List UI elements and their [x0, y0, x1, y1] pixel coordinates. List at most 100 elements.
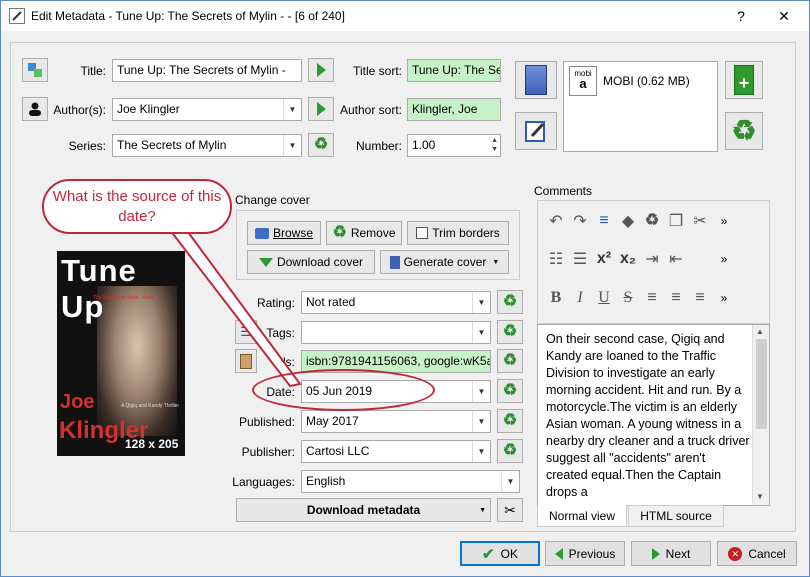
cancel-label: Cancel [748, 546, 786, 561]
title-to-sort-button[interactable] [308, 58, 334, 82]
align-left-icon[interactable]: ≡ [640, 289, 664, 307]
formats-list[interactable]: mobi a MOBI (0.62 MB) [563, 61, 718, 152]
superscript-icon[interactable]: x² [592, 250, 616, 268]
bullet-list-icon[interactable]: ☰ [568, 249, 592, 269]
strikethrough-icon[interactable]: S [616, 289, 640, 307]
format-item[interactable]: mobi a MOBI (0.62 MB) [569, 66, 690, 96]
series-combo[interactable]: The Secrets of Mylin ▼ [112, 134, 302, 157]
chevron-down-icon[interactable]: ▼ [472, 441, 490, 462]
remove-cover-button[interactable]: ♻ Remove [326, 221, 402, 245]
trim-borders-button[interactable]: Trim borders [407, 221, 509, 245]
spin-arrows-icon[interactable]: ▲ ▼ [491, 136, 498, 154]
recycle-icon: ♻ [502, 442, 518, 459]
close-button[interactable]: ✕ [764, 2, 804, 31]
published-combo[interactable]: May 2017 ▼ [301, 410, 491, 433]
languages-combo[interactable]: English ▼ [301, 470, 520, 493]
outdent-icon[interactable]: ⇤ [664, 249, 688, 269]
comments-scrollbar[interactable]: ▲ ▼ [752, 325, 769, 505]
tab-html-source[interactable]: HTML source [628, 505, 724, 527]
tools-icon: ✂ [504, 501, 516, 518]
swap-title-author-button[interactable] [22, 58, 48, 82]
underline-icon[interactable]: U [592, 289, 616, 307]
eraser-icon[interactable]: ◆ [616, 211, 640, 231]
chevron-down-icon[interactable]: ▼ [283, 135, 301, 156]
help-button[interactable]: ? [721, 2, 761, 31]
remove-format-button[interactable]: ♻ [725, 112, 763, 150]
cover-title: Tune Up [61, 253, 137, 324]
edit-metadata-from-format-button[interactable] [515, 112, 557, 150]
rating-combo[interactable]: Not rated ▼ [301, 291, 491, 314]
cover-image[interactable]: Tune Up The Secrets of Mylin - Book 1 Jo… [57, 251, 185, 456]
more-icon[interactable]: » [712, 291, 736, 305]
trim-icon [416, 227, 429, 239]
redo-icon[interactable]: ↷ [568, 211, 592, 231]
generate-cover-button[interactable]: Generate cover ▼ [380, 250, 509, 274]
download-cover-button[interactable]: Download cover [247, 250, 375, 274]
publisher-combo[interactable]: Cartosi LLC ▼ [301, 440, 491, 463]
numbered-list-icon[interactable]: ☷ [544, 249, 568, 269]
clear-ids-button[interactable]: ♻ [497, 349, 523, 373]
number-spinbox[interactable]: 1.00 ▲ ▼ [407, 134, 501, 157]
more-icon[interactable]: » [712, 214, 736, 228]
recycle-icon[interactable]: ♻ [640, 213, 664, 229]
toolbar-row-3: B I U S ≡ ≡ ≡ » [544, 289, 768, 307]
cover-author-first: Joe [60, 391, 95, 413]
clear-date-button[interactable]: ♻ [497, 379, 523, 403]
toolbar-row-1: ↶ ↷ ≡ ◆ ♻ ❐ ✂ » [544, 211, 768, 231]
scroll-thumb[interactable] [756, 339, 767, 429]
subscript-icon[interactable]: x₂ [616, 250, 640, 268]
undo-icon[interactable]: ↶ [544, 211, 568, 231]
title-input[interactable]: Tune Up: The Secrets of Mylin - [112, 59, 302, 82]
author-sort-input[interactable]: Klingler, Joe [407, 98, 501, 121]
align-icon[interactable]: ≡ [592, 212, 616, 230]
scroll-down-icon[interactable]: ▼ [756, 492, 764, 501]
chevron-down-icon[interactable]: ▼ [472, 322, 490, 343]
cut-icon[interactable]: ✂ [688, 211, 712, 231]
indent-icon[interactable]: ⇥ [640, 249, 664, 269]
clear-tags-button[interactable]: ♻ [497, 320, 523, 344]
tab-normal-view[interactable]: Normal view [537, 505, 627, 527]
chevron-down-icon[interactable]: ▼ [472, 292, 490, 313]
chevron-down-icon[interactable]: ▼ [472, 411, 490, 432]
scroll-up-icon[interactable]: ▲ [756, 327, 764, 336]
manage-authors-button[interactable] [22, 97, 48, 121]
chevron-down-icon[interactable]: ▼ [492, 259, 499, 266]
tags-combo[interactable]: ▼ [301, 321, 491, 344]
more-icon[interactable]: » [712, 252, 736, 266]
manage-tags-button[interactable]: ☰ [235, 320, 257, 344]
ok-button[interactable]: ✔ OK [460, 541, 540, 566]
bold-icon[interactable]: B [544, 289, 568, 307]
comments-editor[interactable]: On their second case, Qigiq and Kandy ar… [537, 324, 770, 506]
trim-label: Trim borders [432, 226, 500, 240]
chevron-down-icon[interactable]: ▼ [472, 381, 490, 402]
book-icon [389, 255, 400, 269]
copy-icon[interactable]: ❐ [664, 211, 688, 231]
clear-published-button[interactable]: ♻ [497, 409, 523, 433]
previous-button[interactable]: Previous [545, 541, 625, 566]
chevron-down-icon[interactable]: ▼ [501, 471, 519, 492]
align-center-icon[interactable]: ≡ [664, 289, 688, 307]
configure-download-button[interactable]: ✂ [497, 498, 523, 522]
clear-publisher-button[interactable]: ♻ [497, 439, 523, 463]
recycle-icon: ♻ [502, 352, 518, 369]
add-format-button[interactable]: + [725, 61, 763, 99]
recycle-icon: ♻ [502, 293, 518, 310]
next-button[interactable]: Next [631, 541, 711, 566]
rating-value: Not rated [306, 295, 356, 309]
download-metadata-button[interactable]: Download metadata ▼ [236, 498, 491, 522]
align-right-icon[interactable]: ≡ [688, 289, 712, 307]
title-sort-input[interactable]: Tune Up: The Secrets of Mylin [407, 59, 501, 82]
clear-rating-button[interactable]: ♻ [497, 290, 523, 314]
italic-icon[interactable]: I [568, 289, 592, 307]
arrow-right-icon [651, 547, 660, 560]
chevron-down-icon[interactable]: ▼ [479, 507, 486, 514]
clear-series-button[interactable]: ♻ [308, 133, 334, 157]
title-label: Title: [80, 64, 106, 78]
cancel-button[interactable]: ✕ Cancel [717, 541, 797, 566]
set-cover-from-format-button[interactable] [515, 61, 557, 99]
title-bar: Edit Metadata - Tune Up: The Secrets of … [1, 1, 809, 31]
authors-combo[interactable]: Joe Klingler ▼ [112, 98, 302, 121]
chevron-down-icon[interactable]: ▼ [283, 99, 301, 120]
browse-cover-button[interactable]: Browse [247, 221, 321, 245]
paste-ids-button[interactable] [235, 349, 257, 373]
